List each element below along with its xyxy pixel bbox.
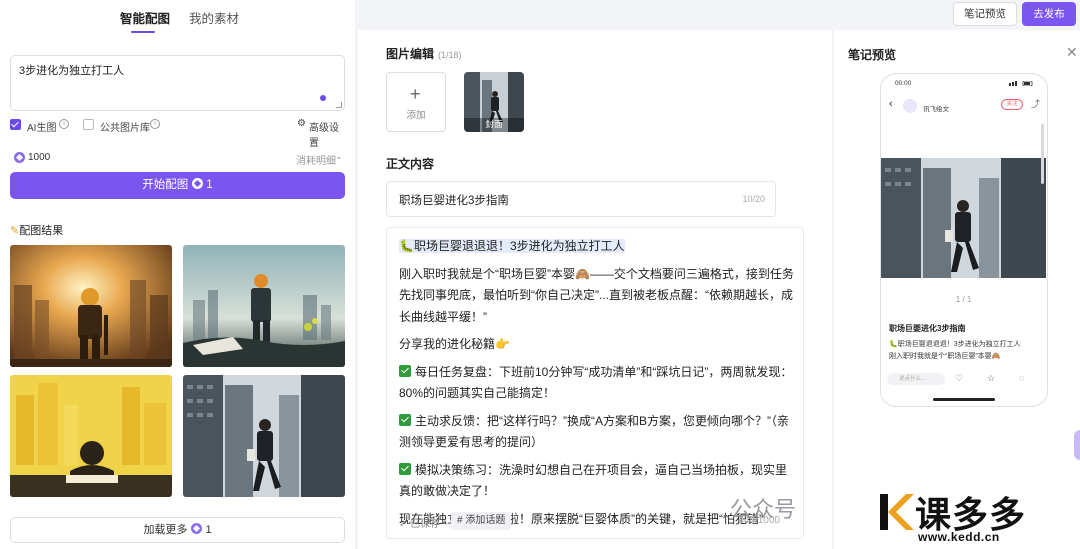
gear-icon[interactable]: ⚙ xyxy=(297,118,306,129)
watermark-k-logo-icon xyxy=(880,494,914,530)
note-title-value: 职场巨婴进化3步指南 xyxy=(399,195,509,207)
load-more-cost: 1 xyxy=(205,524,212,536)
plus-icon: + xyxy=(410,84,421,104)
active-tab-indicator xyxy=(131,31,155,33)
home-indicator xyxy=(933,398,995,401)
preview-note-title: 职场巨婴进化3步指南 xyxy=(889,324,966,333)
load-more-button[interactable]: 加载更多 1 xyxy=(10,517,345,543)
add-image-label: 添加 xyxy=(406,110,426,121)
watermark: 公众号 课多多 www.kedd.cn xyxy=(700,480,1080,549)
editor-panel: 图片编辑 (1/18) + 添加 封面 正文内容 职场巨婴进化3步指南 10/20… xyxy=(358,30,832,549)
watermark-url: www.kedd.cn xyxy=(918,530,1000,544)
title-char-count: 10/20 xyxy=(742,194,765,204)
note-preview-button[interactable]: 笔记预览 xyxy=(953,2,1017,26)
ai-image-checkbox[interactable] xyxy=(10,119,21,130)
phone-time: 00:00 xyxy=(895,80,912,87)
credit-balance: 1000 xyxy=(28,152,51,163)
interaction-bar: 说点什么... ♡ ☆ ◌ xyxy=(887,373,1043,387)
content-title: 正文内容 xyxy=(386,157,435,171)
public-library-label: 公共图片库 xyxy=(100,123,150,134)
public-library-checkbox[interactable] xyxy=(83,119,94,130)
result-image-3[interactable] xyxy=(10,375,172,497)
chevron-down-icon[interactable]: ⌄ xyxy=(335,151,343,162)
load-more-label: 加载更多 xyxy=(143,524,188,536)
cover-image[interactable]: 封面 xyxy=(464,72,524,132)
start-button-label: 开始配图 xyxy=(142,179,189,191)
saved-status-text: 已保存 xyxy=(410,519,441,530)
options-row: AI生图 i 公共图片库 i ⚙ 高级设置 xyxy=(10,118,345,149)
body-item-1: 每日任务复盘：下班前10分钟写“成功清单”和“踩坑日记”，两周就发现：80%的问… xyxy=(399,364,793,401)
close-icon[interactable]: ✕ xyxy=(1066,44,1078,61)
left-panel: 智能配图 我的素材 3步进化为独立打工人 AI生图 i 公共图片库 i ⚙ 高级… xyxy=(0,0,355,549)
result-image-1[interactable] xyxy=(10,245,172,367)
prompt-dot-icon xyxy=(320,95,326,101)
coin-icon xyxy=(14,152,25,163)
cost-detail-link[interactable]: 消耗明细 xyxy=(296,152,336,167)
scrollbar[interactable] xyxy=(1041,124,1044,184)
comment-input[interactable]: 说点什么... xyxy=(887,373,945,385)
resize-handle-icon[interactable] xyxy=(336,102,342,108)
info-icon[interactable]: i xyxy=(150,119,160,129)
comment-icon[interactable]: ◌ xyxy=(1019,373,1024,383)
result-image-2[interactable] xyxy=(183,245,345,367)
check-icon xyxy=(399,413,411,426)
publish-button[interactable]: 去发布 xyxy=(1022,2,1076,26)
preview-panel: 笔记预览 ✕ 00:00 ‹ 讯飞绘文 关注 ⤴ 1 / 1 职场巨婴进化3步指… xyxy=(834,30,1080,549)
tab-smart-images[interactable]: 智能配图 xyxy=(120,8,170,27)
tab-my-materials[interactable]: 我的素材 xyxy=(189,8,239,27)
add-topic-button[interactable]: # 添加话题 xyxy=(451,512,512,530)
coin-icon xyxy=(192,178,204,189)
preview-image xyxy=(881,158,1046,278)
back-icon[interactable]: ‹ xyxy=(889,98,893,110)
check-icon xyxy=(399,364,411,377)
ai-image-label: AI生图 xyxy=(27,123,57,134)
signal-battery-icon xyxy=(1009,81,1033,86)
assistant-tab[interactable] xyxy=(1074,430,1080,460)
tab-bar: 智能配图 我的素材 xyxy=(0,8,355,34)
phone-preview: 00:00 ‹ 讯飞绘文 关注 ⤴ 1 / 1 职场巨婴进化3步指南 🐛职场巨婴… xyxy=(880,73,1048,407)
body-heading: 🐛职场巨婴退退退！3步进化为独立打工人 xyxy=(399,239,625,253)
info-icon[interactable]: i xyxy=(59,119,69,129)
check-icon xyxy=(399,462,411,475)
avatar xyxy=(903,99,917,113)
image-page-indicator: 1 / 1 xyxy=(955,295,972,304)
body-item-2: 主动求反馈：把“这样行吗？”换成“A方案和B方案，您更倾向哪个？”（亲测领导更爱… xyxy=(399,413,789,450)
pin-icon: ✎ xyxy=(10,225,20,237)
follow-button[interactable]: 关注 xyxy=(1001,99,1023,110)
result-image-4[interactable] xyxy=(183,375,345,497)
body-paragraph-2: 分享我的进化秘籍👉 xyxy=(399,337,510,351)
results-title-text: 配图结果 xyxy=(19,225,64,237)
preview-title: 笔记预览 xyxy=(848,48,897,62)
heart-icon[interactable]: ♡ xyxy=(955,373,963,384)
credit-row: 1000 消耗明细 ⌄ xyxy=(10,151,345,167)
start-button-cost: 1 xyxy=(206,179,213,191)
coin-icon xyxy=(191,523,203,534)
prompt-text: 3步进化为独立打工人 xyxy=(19,65,125,77)
image-edit-title: 图片编辑 (1/18) xyxy=(386,45,462,62)
image-count: (1/18) xyxy=(438,50,462,60)
body-paragraph-1: 刚入职时我就是个“职场巨婴”本婴🙈——交个文档要问三遍格式，接到任务先找同事兜底… xyxy=(399,266,794,324)
cover-label: 封面 xyxy=(485,119,503,129)
prompt-input[interactable]: 3步进化为独立打工人 xyxy=(10,55,345,111)
share-icon[interactable]: ⤴ xyxy=(1031,97,1040,110)
results-title: ✎配图结果 xyxy=(10,222,63,238)
star-icon[interactable]: ☆ xyxy=(987,373,995,384)
start-matching-button[interactable]: 开始配图 1 xyxy=(10,172,345,199)
preview-line-2: 刚入职时我就是个“职场巨婴”本婴🙈 xyxy=(889,353,1001,360)
image-edit-title-text: 图片编辑 xyxy=(386,47,435,61)
advanced-settings-link[interactable]: 高级设置 xyxy=(309,119,345,149)
saved-status: ✓ 已保存 xyxy=(399,519,441,530)
note-title-input[interactable]: 职场巨婴进化3步指南 10/20 xyxy=(386,181,776,217)
add-image-button[interactable]: + 添加 xyxy=(386,72,446,132)
watermark-gzh: 公众号 xyxy=(730,497,797,522)
preview-line-1: 🐛职场巨婴退退退！3步进化为独立打工人 xyxy=(889,341,1021,348)
author-name: 讯飞绘文 xyxy=(923,106,949,113)
